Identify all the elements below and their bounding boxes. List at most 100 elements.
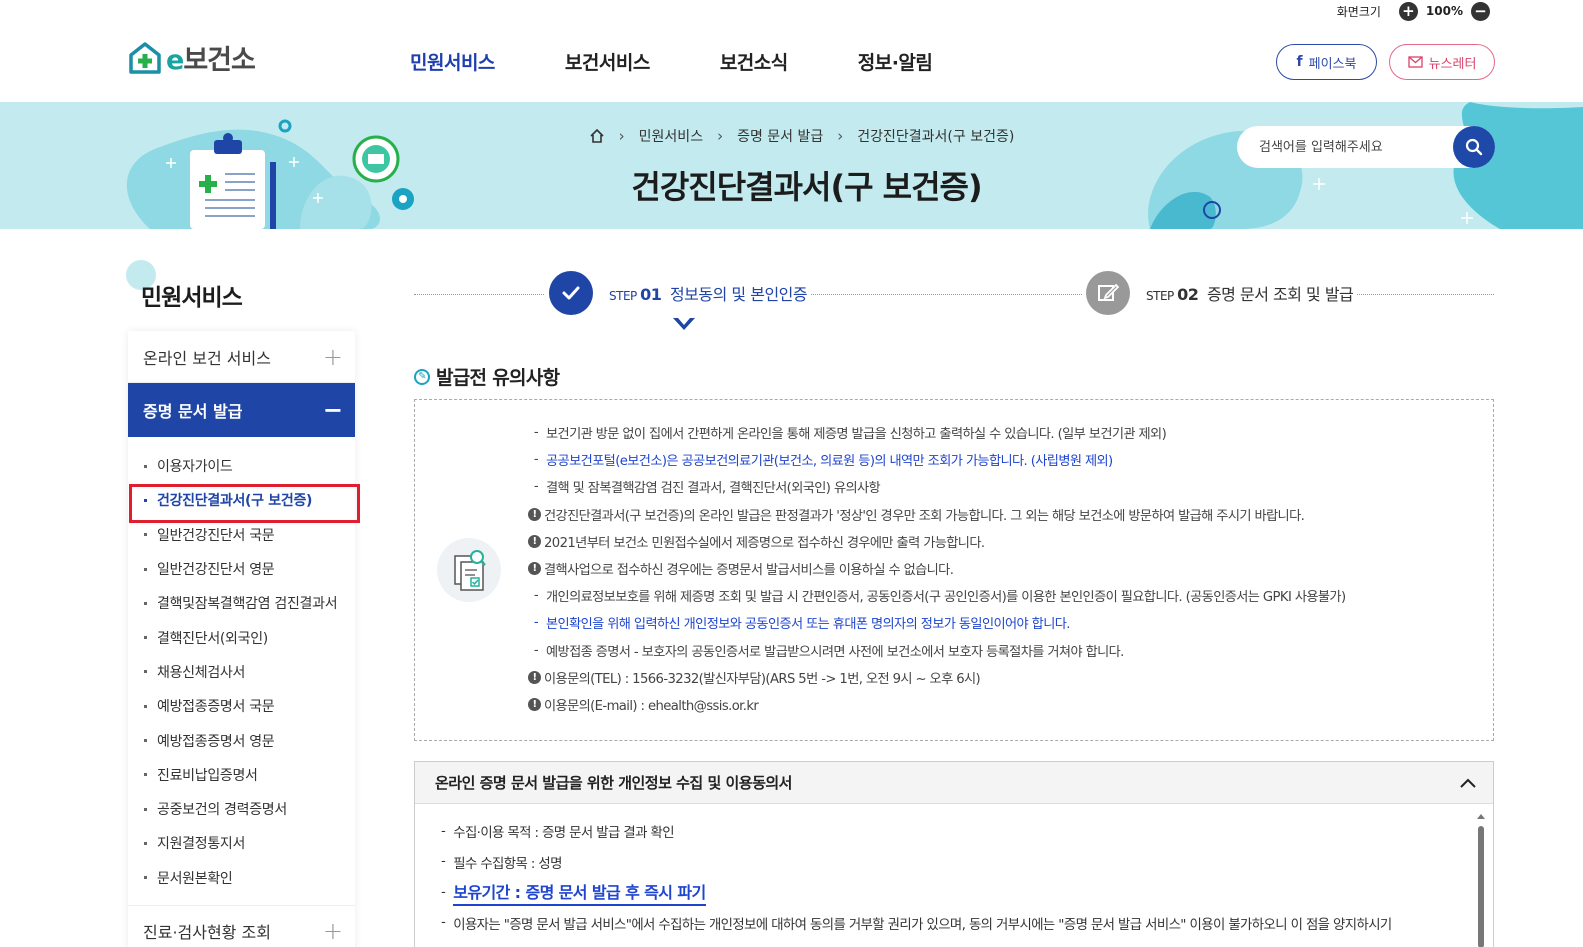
consent-header[interactable]: 온라인 증명 문서 발급을 위한 개인정보 수집 및 이용동의서	[415, 762, 1493, 804]
sidebar-submenu: 이용자가이드 건강진단결과서(구 보건증) 일반건강진단서 국문 일반건강진단서…	[128, 437, 360, 906]
nav-health-service[interactable]: 보건서비스	[565, 48, 650, 75]
chevron-up-icon[interactable]	[1459, 777, 1477, 789]
screen-size-label: 화면크기	[1336, 4, 1381, 19]
edit-icon	[1086, 271, 1130, 315]
step-1: STEP 01 정보동의 및 본인인증	[545, 271, 812, 315]
step-2: STEP 02 증명 문서 조회 및 발급	[1082, 271, 1358, 315]
sidebar-item[interactable]: 예방접종증명서 국문	[128, 689, 355, 723]
notice-item: - 보건기관 방문 없이 집에서 간편하게 온라인을 통해 제증명 발급을 신청하…	[533, 425, 1167, 443]
nav-civil-service[interactable]: 민원서비스	[410, 48, 495, 75]
sidebar-title-wrap: 민원서비스	[126, 260, 243, 311]
consent-item: - 수집·이용 목적 : 증명 문서 발급 결과 확인	[441, 823, 675, 842]
zoom-out-button[interactable]: −	[1471, 1, 1490, 21]
main-nav: 민원서비스 보건서비스 보건소식 정보·알림	[410, 48, 1002, 75]
search-icon	[1465, 138, 1483, 156]
chevron-right-icon: ›	[717, 127, 724, 145]
screen-size-control: 화면크기 + 100% −	[1337, 0, 1490, 22]
facebook-icon: f	[1296, 54, 1303, 70]
pencil-icon: ✎	[414, 368, 430, 385]
notice-item: - 결핵 및 잠복결핵감염 검진 결과서, 결핵진단서(외국인) 유의사항	[533, 479, 881, 497]
consent-title: 온라인 증명 문서 발급을 위한 개인정보 수집 및 이용동의서	[435, 774, 792, 792]
chevron-right-icon: ›	[618, 127, 625, 145]
sns-links: f 페이스북 뉴스레터	[1276, 44, 1495, 80]
newsletter-button[interactable]: 뉴스레터	[1389, 44, 1495, 80]
page-visual-banner: › 민원서비스 › 증명 문서 발급 › 건강진단결과서(구 보건증) 건강진단…	[0, 102, 1583, 229]
notice-item-warning: ! 결핵사업으로 접수하신 경우에는 증명문서 발급서비스를 이용하실 수 없습니…	[528, 555, 1346, 582]
nav-info-notice[interactable]: 정보·알림	[858, 48, 933, 75]
alert-icon: !	[528, 562, 541, 576]
newsletter-icon	[1407, 56, 1423, 68]
current-step-arrow-icon	[673, 318, 695, 330]
sidebar-item[interactable]: 진료비납입증명서	[128, 758, 355, 792]
sidebar-item[interactable]: 일반건강진단서 국문	[128, 518, 355, 552]
step-number: 01	[640, 285, 662, 304]
sidebar-group-certificate[interactable]: 증명 문서 발급 −	[128, 383, 355, 437]
sidebar-group-label: 온라인 보건 서비스	[143, 348, 271, 368]
sidebar-group-label: 진료·검사현황 조회	[143, 923, 271, 943]
logo-house-icon	[129, 41, 161, 74]
breadcrumb-item[interactable]: 증명 문서 발급	[737, 126, 823, 146]
zoom-level: 100%	[1425, 4, 1463, 18]
sidebar-group-online[interactable]: 온라인 보건 서비스 +	[128, 331, 355, 383]
notice-item-emphasis: - 공공보건포털(e보건소)은 공공보건의료기관(보건소, 의료원 등)의 내역만…	[533, 452, 1113, 470]
sidebar-item[interactable]: 문서원본확인	[128, 861, 355, 895]
nav-health-news[interactable]: 보건소식	[720, 48, 788, 75]
logo-e: e	[166, 45, 184, 76]
alert-icon: !	[528, 670, 541, 684]
consent-body: - 수집·이용 목적 : 증명 문서 발급 결과 확인 - 필수 수집항목 : 성명…	[415, 804, 1493, 938]
site-logo[interactable]: e보건소	[128, 38, 256, 77]
sidebar-item[interactable]: 채용신체검사서	[128, 655, 355, 689]
sidebar-item[interactable]: 일반건강진단서 영문	[128, 552, 355, 586]
consent-panel: 온라인 증명 문서 발급을 위한 개인정보 수집 및 이용동의서 - 수집·이용 …	[414, 761, 1494, 947]
breadcrumb-item[interactable]: 민원서비스	[639, 126, 703, 146]
search-button[interactable]	[1453, 126, 1495, 168]
sidebar-item[interactable]: 예방접종증명서 영문	[128, 723, 355, 757]
step-prefix: STEP	[1146, 289, 1174, 303]
zoom-in-button[interactable]: +	[1398, 1, 1418, 21]
home-icon[interactable]	[589, 128, 605, 144]
notice-list: - 보건기관 방문 없이 집에서 간편하게 온라인을 통해 제증명 발급을 신청하…	[528, 419, 1346, 718]
plus-icon: +	[322, 917, 343, 946]
notice-box: - 보건기관 방문 없이 집에서 간편하게 온라인을 통해 제증명 발급을 신청하…	[414, 399, 1494, 741]
sidebar-item-current[interactable]: 건강진단결과서(구 보건증)	[128, 483, 360, 524]
step-label: 정보동의 및 본인인증	[669, 285, 808, 304]
page-title: 건강진단결과서(구 보건증)	[631, 168, 982, 206]
notice-item-contact: ! 이용문의(E-mail) : ehealth@ssis.or.kr	[528, 691, 1346, 718]
newsletter-label: 뉴스레터	[1428, 56, 1477, 72]
facebook-button[interactable]: f 페이스북	[1276, 44, 1377, 80]
sidebar-group-exam[interactable]: 진료·검사현황 조회 +	[128, 906, 355, 947]
sidebar-group-label: 증명 문서 발급	[143, 402, 243, 421]
minus-icon: −	[322, 396, 343, 424]
scroll-up-icon[interactable]	[1477, 814, 1485, 819]
site-header: e보건소 민원서비스 보건서비스 보건소식 정보·알림 f 페이스북 뉴스레터	[0, 22, 1583, 102]
step-prefix: STEP	[609, 289, 637, 303]
sidebar-nav: 온라인 보건 서비스 + 증명 문서 발급 − 이용자가이드 건강진단결과서(구…	[128, 331, 360, 947]
sidebar-item[interactable]: 공중보건의 경력증명서	[128, 792, 355, 826]
plus-icon: +	[322, 342, 343, 371]
consent-scrollbar[interactable]	[1477, 814, 1485, 947]
alert-icon: !	[528, 697, 541, 711]
step-number: 02	[1177, 285, 1199, 304]
sidebar-item[interactable]: 지원결정통지서	[128, 826, 355, 860]
consent-item: - 필수 수집항목 : 성명	[441, 854, 562, 872]
chevron-right-icon: ›	[837, 127, 844, 145]
notice-item: - 개인의료정보보호를 위해 제증명 조회 및 발급 시 간편인증서, 공동인증서…	[533, 588, 1346, 606]
search-box	[1237, 126, 1495, 168]
notice-item-warning: ! 건강진단결과서(구 보건증)의 온라인 발급은 판정결과가 '정상'인 경우만…	[528, 501, 1346, 528]
search-input[interactable]	[1259, 139, 1449, 155]
sidebar-title: 민원서비스	[141, 285, 243, 311]
step-label: 증명 문서 조회 및 발급	[1206, 285, 1354, 304]
alert-icon: !	[528, 507, 541, 521]
consent-item-emphasis: - 보유기간 : 증명 문서 발급 후 즉시 파기	[441, 877, 1493, 908]
alert-icon: !	[528, 534, 541, 548]
step-indicator: STEP 01 정보동의 및 본인인증 STEP 02 증명 문서 조회 및 발…	[414, 271, 1494, 319]
sidebar-item[interactable]: 이용자가이드	[128, 449, 355, 483]
sidebar-item[interactable]: 결핵및잠복결핵감염 검진결과서	[128, 586, 355, 620]
scroll-thumb[interactable]	[1478, 826, 1484, 947]
breadcrumb-item-current[interactable]: 건강진단결과서(구 보건증)	[857, 126, 1014, 146]
notice-item-contact: ! 이용문의(TEL) : 1566-3232(발신자부담)(ARS 5번 -> …	[528, 664, 1346, 691]
consent-item: - 이용자는 "증명 문서 발급 서비스"에서 수집하는 개인정보에 대하여 동의…	[441, 915, 1392, 933]
sidebar-item[interactable]: 결핵진단서(외국인)	[128, 620, 355, 654]
facebook-label: 페이스북	[1308, 56, 1357, 72]
notice-title: ✎ 발급전 유의사항	[414, 363, 560, 390]
